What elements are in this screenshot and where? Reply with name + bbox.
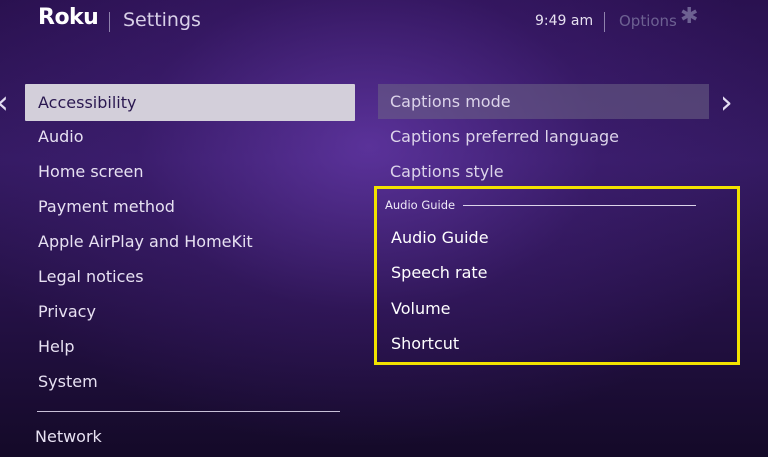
section-divider xyxy=(463,205,696,206)
forward-arrow-icon[interactable]: › xyxy=(720,86,733,118)
header-bar: Roku Settings 9:49 am Options ✱ xyxy=(0,0,768,44)
menu-item-privacy[interactable]: Privacy xyxy=(25,294,355,329)
settings-menu: Accessibility Audio Home screen Payment … xyxy=(25,84,355,399)
roku-logo: Roku xyxy=(38,5,99,30)
menu-item-network[interactable]: Network xyxy=(35,427,102,446)
menu-item-help[interactable]: Help xyxy=(25,329,355,364)
clock: 9:49 am xyxy=(535,13,594,29)
accessibility-submenu: Captions mode Captions preferred languag… xyxy=(378,84,709,189)
submenu-item-volume[interactable]: Volume xyxy=(379,291,709,326)
menu-item-system[interactable]: System xyxy=(25,364,355,399)
menu-item-accessibility[interactable]: Accessibility xyxy=(25,84,355,121)
submenu-item-audio-guide[interactable]: Audio Guide xyxy=(379,220,709,255)
menu-item-payment-method[interactable]: Payment method xyxy=(25,189,355,224)
section-header-audio-guide: Audio Guide xyxy=(385,198,456,212)
submenu-item-captions-mode[interactable]: Captions mode xyxy=(378,84,709,119)
options-label: Options xyxy=(619,12,677,30)
header-divider xyxy=(109,12,110,32)
back-arrow-icon[interactable]: ‹ xyxy=(0,86,9,118)
menu-item-apple-airplay-homekit[interactable]: Apple AirPlay and HomeKit xyxy=(25,224,355,259)
asterisk-icon[interactable]: ✱ xyxy=(680,6,698,28)
header-divider xyxy=(604,12,605,32)
audio-guide-options: Audio Guide Speech rate Volume Shortcut xyxy=(379,220,709,361)
submenu-item-shortcut[interactable]: Shortcut xyxy=(379,326,709,361)
menu-item-audio[interactable]: Audio xyxy=(25,119,355,154)
submenu-item-speech-rate[interactable]: Speech rate xyxy=(379,255,709,290)
page-title: Settings xyxy=(123,9,201,31)
menu-item-home-screen[interactable]: Home screen xyxy=(25,154,355,189)
menu-item-legal-notices[interactable]: Legal notices xyxy=(25,259,355,294)
menu-divider xyxy=(37,411,340,412)
submenu-item-captions-style[interactable]: Captions style xyxy=(378,154,709,189)
submenu-item-captions-preferred-language[interactable]: Captions preferred language xyxy=(378,119,709,154)
